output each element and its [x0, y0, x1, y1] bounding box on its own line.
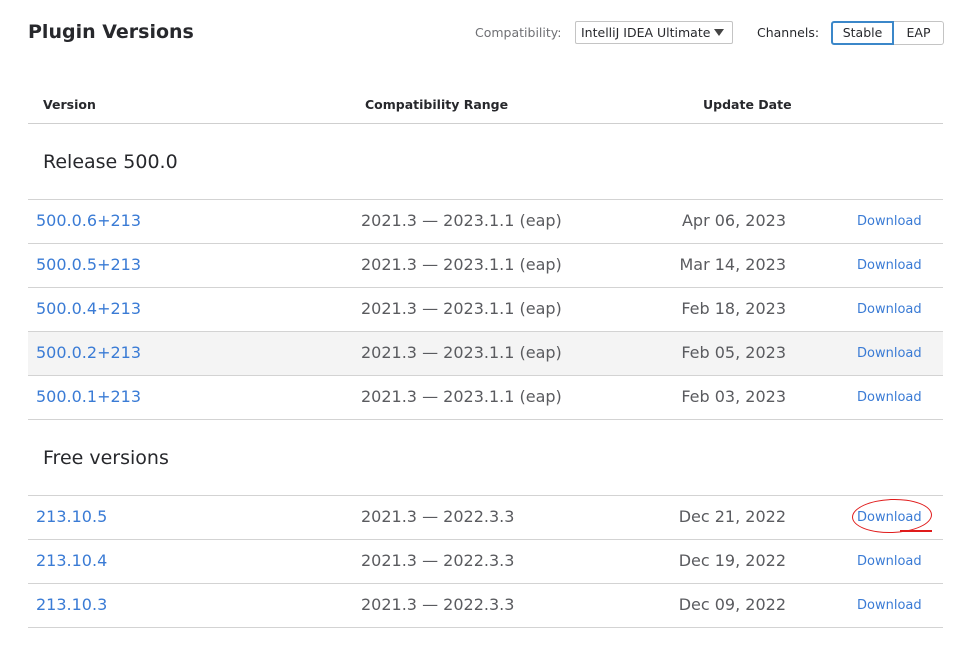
update-date: Mar 14, 2023: [679, 255, 786, 274]
update-date: Feb 05, 2023: [681, 343, 786, 362]
column-header-update-date: Update Date: [703, 97, 792, 112]
table-row-hovered: 500.0.2+213 2021.3 — 2023.1.1 (eap) Feb …: [28, 331, 943, 375]
version-link[interactable]: 500.0.6+213: [36, 211, 141, 230]
version-link[interactable]: 500.0.4+213: [36, 299, 141, 318]
table-row: 213.10.4 2021.3 — 2022.3.3 Dec 19, 2022 …: [28, 539, 943, 583]
channel-eap-button[interactable]: EAP: [894, 21, 944, 45]
annotation-circle-tail: [900, 530, 932, 532]
compatibility-range: 2021.3 — 2022.3.3: [361, 551, 515, 570]
compatibility-range: 2021.3 — 2022.3.3: [361, 595, 515, 614]
version-link[interactable]: 500.0.5+213: [36, 255, 141, 274]
version-link[interactable]: 213.10.5: [36, 507, 107, 526]
compatibility-range: 2021.3 — 2023.1.1 (eap): [361, 387, 562, 406]
channels-label: Channels:: [757, 25, 820, 40]
version-link[interactable]: 500.0.1+213: [36, 387, 141, 406]
caret-down-icon: [714, 29, 724, 36]
section-title-release: Release 500.0: [43, 151, 178, 173]
download-link[interactable]: Download: [857, 390, 922, 405]
update-date: Dec 21, 2022: [678, 507, 786, 526]
version-link[interactable]: 213.10.3: [36, 595, 107, 614]
table-row: 213.10.3 2021.3 — 2022.3.3 Dec 09, 2022 …: [28, 583, 943, 627]
update-date: Feb 03, 2023: [681, 387, 786, 406]
table-row: 213.10.5 2021.3 — 2022.3.3 Dec 21, 2022 …: [28, 495, 943, 539]
section-divider: [28, 419, 943, 420]
channel-stable-button[interactable]: Stable: [831, 21, 894, 45]
download-link[interactable]: Download: [857, 554, 922, 569]
compatibility-select-value: IntelliJ IDEA Ultimate: [581, 25, 711, 40]
table-row: 500.0.1+213 2021.3 — 2023.1.1 (eap) Feb …: [28, 375, 943, 419]
download-link[interactable]: Download: [857, 258, 922, 273]
compatibility-select[interactable]: IntelliJ IDEA Ultimate: [575, 21, 733, 44]
download-link[interactable]: Download: [857, 214, 922, 229]
update-date: Dec 19, 2022: [678, 551, 786, 570]
update-date: Apr 06, 2023: [681, 211, 786, 230]
version-link[interactable]: 500.0.2+213: [36, 343, 141, 362]
page-title: Plugin Versions: [28, 21, 194, 43]
column-header-version: Version: [43, 97, 96, 112]
channels-toggle: Stable EAP: [831, 21, 944, 45]
compatibility-range: 2021.3 — 2023.1.1 (eap): [361, 255, 562, 274]
header-divider: [28, 123, 943, 124]
download-link[interactable]: Download: [857, 302, 922, 317]
download-link[interactable]: Download: [857, 346, 922, 361]
compatibility-range: 2021.3 — 2023.1.1 (eap): [361, 299, 562, 318]
compatibility-label: Compatibility:: [475, 25, 562, 40]
section-title-free: Free versions: [43, 447, 169, 469]
table-row: 500.0.4+213 2021.3 — 2023.1.1 (eap) Feb …: [28, 287, 943, 331]
update-date: Feb 18, 2023: [681, 299, 786, 318]
table-row: 500.0.6+213 2021.3 — 2023.1.1 (eap) Apr …: [28, 199, 943, 243]
compatibility-range: 2021.3 — 2023.1.1 (eap): [361, 343, 562, 362]
compatibility-range: 2021.3 — 2022.3.3: [361, 507, 515, 526]
download-link[interactable]: Download: [857, 598, 922, 613]
table-bottom-divider: [28, 627, 943, 628]
update-date: Dec 09, 2022: [678, 595, 786, 614]
column-header-compatibility-range: Compatibility Range: [365, 97, 509, 112]
version-link[interactable]: 213.10.4: [36, 551, 107, 570]
compatibility-range: 2021.3 — 2023.1.1 (eap): [361, 211, 562, 230]
table-row: 500.0.5+213 2021.3 — 2023.1.1 (eap) Mar …: [28, 243, 943, 287]
